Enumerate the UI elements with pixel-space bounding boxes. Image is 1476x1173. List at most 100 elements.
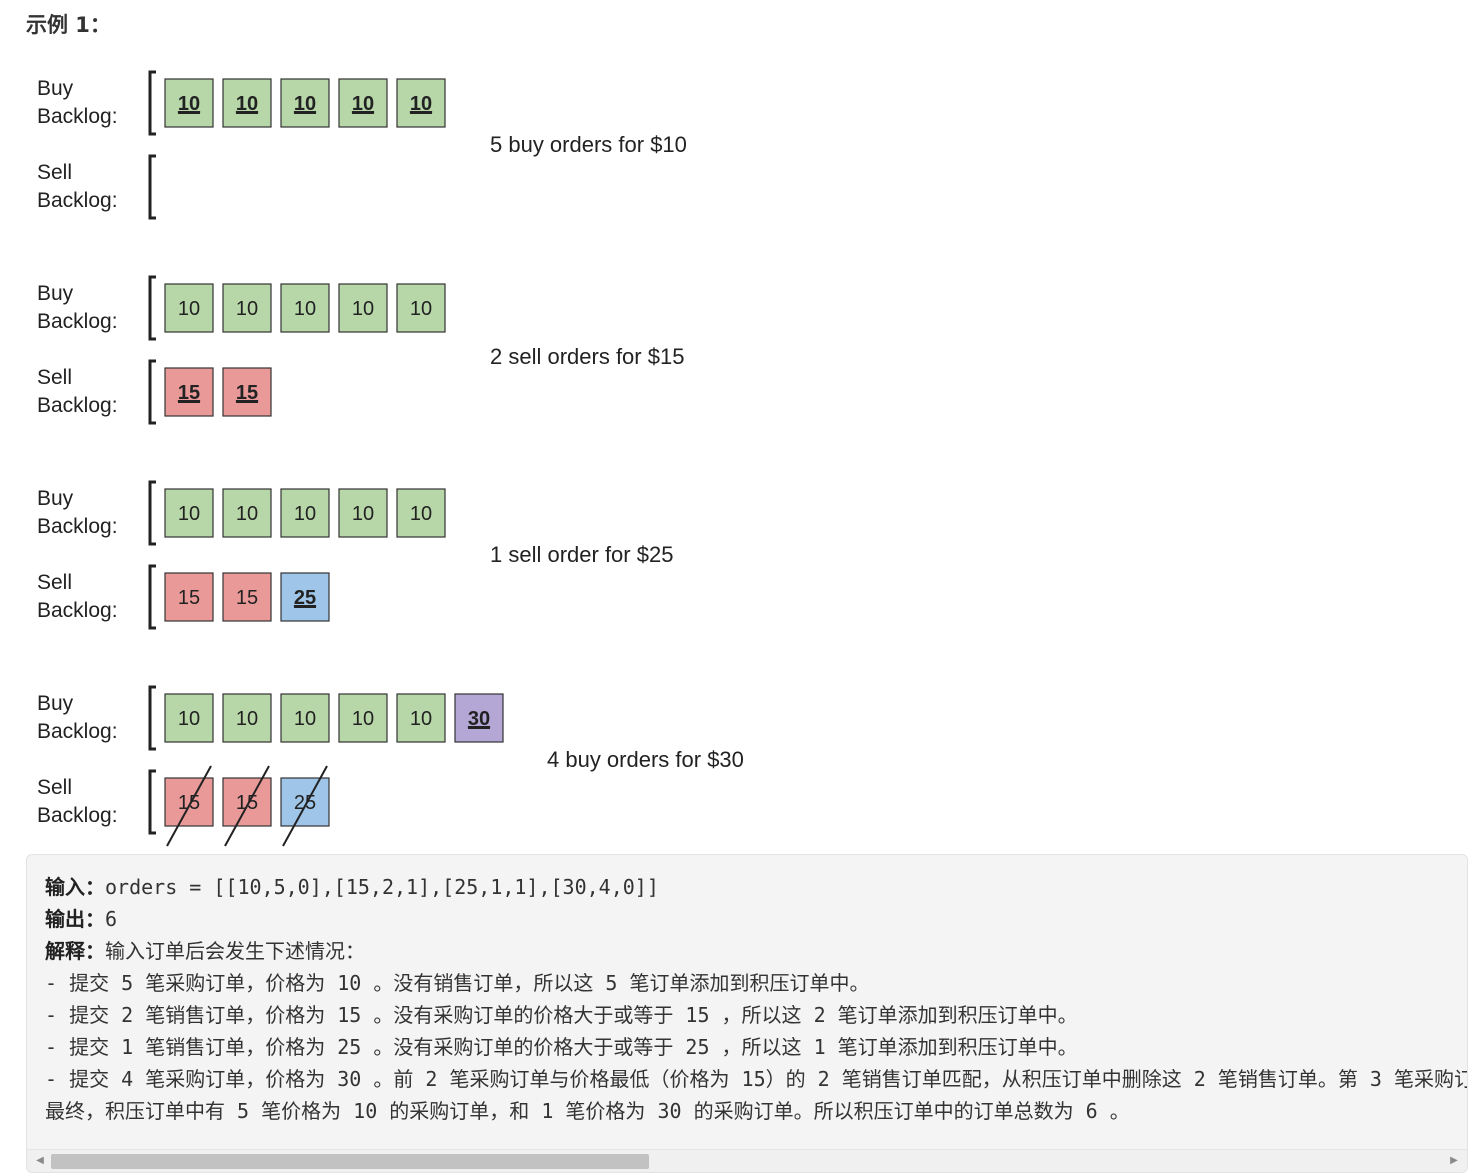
step-1-buy-order: 10 (164, 78, 214, 128)
step-4-buy-order: 10 (222, 693, 272, 743)
step-1-caption: 5 buy orders for $10 (490, 132, 687, 157)
step-2-buy-order: 10 (222, 283, 272, 333)
step-3-caption: 1 sell order for $25 (490, 542, 674, 567)
step-2-sell-order-value: 15 (236, 382, 258, 404)
diagram-canvas: 10 10 10 10 10 10 10 10 10 10 15 15 10 10 10 10 10 15 15 25… (148, 70, 504, 847)
step-4-buy-order: 10 (338, 693, 388, 743)
step-1-buy-order-value: 10 (236, 93, 258, 115)
scroll-right-icon[interactable]: ▶ (1447, 1154, 1461, 1168)
step-3-buy-order: 10 (280, 488, 330, 538)
output-label: 输出： (45, 907, 105, 931)
step-1-buy-label-title: Buy (37, 77, 74, 100)
step-4-sell-bracket (148, 769, 156, 835)
code-content: 输入：orders = [[10,5,0],[15,2,1],[25,1,1],… (45, 871, 1467, 1127)
scroll-left-icon[interactable]: ◀ (33, 1154, 47, 1168)
step-1-buy-order: 10 (338, 78, 388, 128)
step-3-buy-order: 10 (396, 488, 446, 538)
step-2-buy-order-value: 10 (352, 298, 374, 320)
explanation-conclusion: 最终，积压订单中有 5 笔价格为 10 的采购订单，和 1 笔价格为 30 的采… (45, 1099, 1130, 1123)
horizontal-scrollbar[interactable]: ◀ ▶ (27, 1149, 1467, 1172)
step-2-buy-bracket (148, 275, 156, 341)
explanation-step-3: - 提交 1 笔销售订单，价格为 25 。没有采购订单的价格大于或等于 25 ，… (45, 1035, 1078, 1059)
step-3-buy-order-value: 10 (178, 503, 200, 525)
step-2-sell-order: 15 (222, 367, 272, 417)
step-3-sell-order: 15 (164, 572, 214, 622)
step-3-buy-label-suffix: Backlog: (37, 515, 118, 538)
step-4-buy-label-title: Buy (37, 692, 74, 715)
explanation-step-2: - 提交 2 笔销售订单，价格为 15 。没有采购订单的价格大于或等于 15 ，… (45, 1003, 1078, 1027)
step-3-sell-order-value: 15 (178, 587, 200, 609)
step-4-buy-order-value: 10 (294, 708, 316, 730)
step-3-sell-label-suffix: Backlog: (37, 599, 118, 622)
step-1-buy-order: 10 (222, 78, 272, 128)
step-4-buy-label-suffix: Backlog: (37, 720, 118, 743)
output-value: 6 (105, 907, 118, 931)
step-2-buy-order-value: 10 (294, 298, 316, 320)
step-2-buy-order-value: 10 (236, 298, 258, 320)
step-3-buy-order-value: 10 (294, 503, 316, 525)
step-2-sell-label-title: Sell (37, 366, 73, 389)
step-3-sell-order: 15 (222, 572, 272, 622)
step-3-buy-bracket (148, 480, 156, 546)
step-2-buy-label-title: Buy (37, 282, 74, 305)
step-2-caption: 2 sell orders for $15 (490, 344, 685, 369)
step-2-sell-label-suffix: Backlog: (37, 394, 118, 417)
step-4-buy-order: 10 (280, 693, 330, 743)
step-3-buy-order-value: 10 (352, 503, 374, 525)
step-3-buy-label-title: Buy (37, 487, 74, 510)
step-2-buy-order-value: 10 (410, 298, 432, 320)
step-4-buy-order-value: 30 (468, 708, 490, 730)
step-3-sell-label-title: Sell (37, 571, 73, 594)
step-2-buy-order: 10 (164, 283, 214, 333)
step-1-buy-order-value: 10 (352, 93, 374, 115)
step-4-sell-order-value: 25 (294, 792, 316, 814)
step-4-buy-order: 10 (164, 693, 214, 743)
step-1-sell-label-suffix: Backlog: (37, 189, 118, 212)
step-2-buy-label-suffix: Backlog: (37, 310, 118, 333)
step-1-buy-order-value: 10 (410, 93, 432, 115)
step-3-buy-order: 10 (338, 488, 388, 538)
step-1-sell-bracket (148, 154, 156, 220)
step-2-sell-bracket (148, 359, 156, 425)
step-4-buy-order-value: 10 (178, 708, 200, 730)
step-3-buy-order-value: 10 (410, 503, 432, 525)
step-3-sell-order-value: 15 (236, 587, 258, 609)
step-1-sell-label-title: Sell (37, 161, 73, 184)
step-4-sell-order-value: 15 (236, 792, 258, 814)
explanation-label: 解释： (45, 939, 105, 963)
step-1-buy-order: 10 (280, 78, 330, 128)
step-4-sell-order: 15 (222, 765, 272, 847)
step-4-sell-order: 25 (280, 765, 330, 847)
step-1-buy-order-value: 10 (294, 93, 316, 115)
step-1-buy-label-suffix: Backlog: (37, 105, 118, 128)
step-4-buy-bracket (148, 685, 156, 751)
step-2-sell-order: 15 (164, 367, 214, 417)
step-4-buy-order-value: 10 (410, 708, 432, 730)
step-4-sell-label-suffix: Backlog: (37, 804, 118, 827)
step-4-sell-label-title: Sell (37, 776, 73, 799)
output-line: 输出：6 (45, 903, 1467, 935)
explanation-step-1: - 提交 5 笔采购订单，价格为 10 。没有销售订单，所以这 5 笔订单添加到… (45, 971, 870, 995)
scrollbar-thumb[interactable] (51, 1154, 649, 1169)
explanation-line: 解释：输入订单后会发生下述情况： (45, 935, 1467, 967)
step-3-sell-order: 25 (280, 572, 330, 622)
step-3-sell-bracket (148, 564, 156, 630)
step-2-buy-order: 10 (396, 283, 446, 333)
input-value: orders = [[10,5,0],[15,2,1],[25,1,1],[30… (105, 875, 659, 899)
step-4-sell-order-value: 15 (178, 792, 200, 814)
step-2-buy-order: 10 (280, 283, 330, 333)
example-code-block: 输入：orders = [[10,5,0],[15,2,1],[25,1,1],… (26, 854, 1468, 1173)
step-3-buy-order: 10 (222, 488, 272, 538)
step-4-buy-order-value: 10 (352, 708, 374, 730)
input-line: 输入：orders = [[10,5,0],[15,2,1],[25,1,1],… (45, 871, 1467, 903)
explanation-step-4: - 提交 4 笔采购订单，价格为 30 。前 2 笔采购订单与价格最低（价格为 … (45, 1067, 1467, 1091)
step-4-buy-order: 30 (454, 693, 504, 743)
step-4-buy-order-value: 10 (236, 708, 258, 730)
step-4-sell-order: 15 (164, 765, 214, 847)
step-4-buy-order: 10 (396, 693, 446, 743)
step-2-buy-order: 10 (338, 283, 388, 333)
step-2-sell-order-value: 15 (178, 382, 200, 404)
explanation-value: 输入订单后会发生下述情况： (105, 939, 365, 963)
step-3-buy-order-value: 10 (236, 503, 258, 525)
step-2-buy-order-value: 10 (178, 298, 200, 320)
